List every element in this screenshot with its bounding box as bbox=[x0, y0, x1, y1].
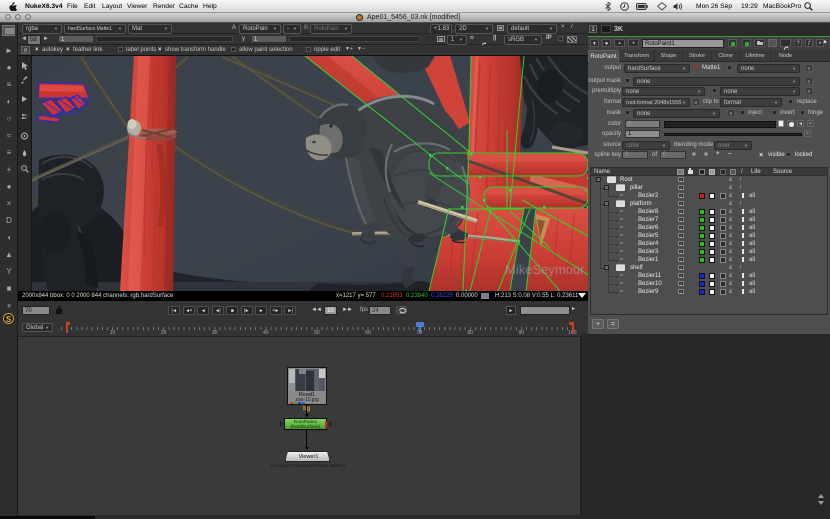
svg-text:MikeSeymour: MikeSeymour bbox=[505, 262, 585, 277]
